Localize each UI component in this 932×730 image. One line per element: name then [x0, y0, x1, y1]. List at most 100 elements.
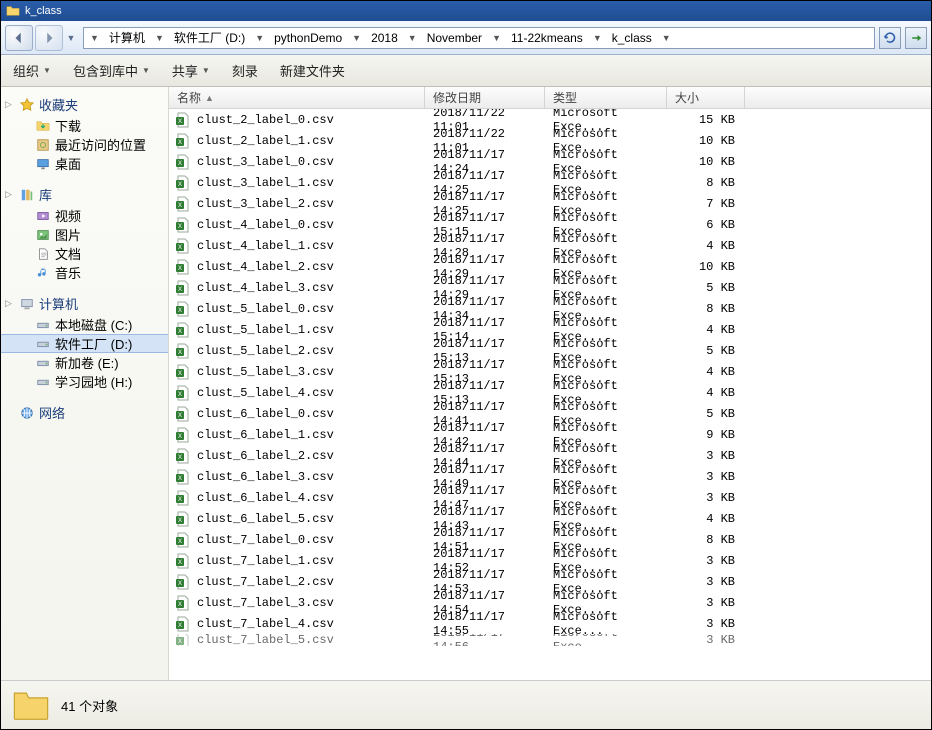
excel-file-icon: X [175, 259, 191, 275]
svg-text:X: X [178, 182, 182, 188]
file-name: clust_7_label_1.csv [197, 554, 334, 568]
burn-button[interactable]: 刻录 [228, 59, 262, 82]
status-bar: 41 个对象 [1, 681, 931, 729]
forward-button[interactable] [35, 25, 63, 51]
file-size: 10 KB [667, 134, 745, 148]
breadcrumb-bar[interactable]: ▼计算机▼软件工厂 (D:)▼pythonDemo▼2018▼November▼… [83, 27, 875, 49]
history-dropdown[interactable]: ▼ [65, 33, 77, 43]
svg-text:X: X [178, 413, 182, 419]
col-header-type[interactable]: 类型 [545, 87, 667, 108]
excel-file-icon: X [175, 280, 191, 296]
excel-file-icon: X [175, 385, 191, 401]
sidebar-head-computer[interactable]: ▷ 计算机 [1, 292, 168, 315]
excel-file-icon: X [175, 595, 191, 611]
status-text: 41 个对象 [61, 696, 118, 715]
organize-button[interactable]: 组织 ▼ [9, 59, 55, 82]
excel-file-icon: X [175, 133, 191, 149]
star-icon [19, 97, 35, 113]
chevron-right-icon: ▼ [86, 33, 103, 43]
svg-text:X: X [178, 266, 182, 272]
svg-text:X: X [178, 329, 182, 335]
file-name: clust_3_label_1.csv [197, 176, 334, 190]
folder-icon [11, 685, 51, 725]
drive-icon [35, 355, 51, 371]
sidebar-item-label: 最近访问的位置 [55, 135, 146, 154]
svg-text:X: X [178, 161, 182, 167]
excel-file-icon: X [175, 112, 191, 128]
music-icon [35, 265, 51, 281]
sidebar-item-drive-h[interactable]: 学习园地 (H:) [1, 372, 168, 391]
sidebar-head-network[interactable]: 网络 [1, 401, 168, 424]
breadcrumb-segment[interactable]: k_class [606, 28, 658, 48]
breadcrumb-segment[interactable]: November [421, 28, 488, 48]
svg-text:X: X [178, 308, 182, 314]
file-name: clust_5_label_1.csv [197, 323, 334, 337]
drive-icon [35, 317, 51, 333]
sidebar-item-desktop[interactable]: 桌面 [1, 154, 168, 173]
sidebar-head-favorites[interactable]: ▷ 收藏夹 [1, 93, 168, 116]
file-name: clust_6_label_2.csv [197, 449, 334, 463]
breadcrumb-segment[interactable]: 计算机 [103, 28, 151, 48]
sidebar-item-drive-c[interactable]: 本地磁盘 (C:) [1, 315, 168, 334]
pictures-icon [35, 227, 51, 243]
recent-icon [35, 137, 51, 153]
refresh-button[interactable] [879, 27, 901, 49]
excel-file-icon: X [175, 343, 191, 359]
file-size: 8 KB [667, 176, 745, 190]
sidebar-label: 网络 [39, 403, 65, 422]
sidebar-item-label: 图片 [55, 225, 81, 244]
include-button[interactable]: 包含到库中 ▼ [69, 59, 154, 82]
file-name: clust_7_label_3.csv [197, 596, 334, 610]
breadcrumb-segment[interactable]: pythonDemo [268, 28, 348, 48]
chevron-down-icon: ▼ [142, 66, 150, 75]
col-label: 修改日期 [433, 89, 481, 106]
sidebar-group-network: 网络 [1, 401, 168, 424]
file-name: clust_2_label_0.csv [197, 113, 334, 127]
file-name: clust_2_label_1.csv [197, 134, 334, 148]
chevron-right-icon: ▼ [658, 33, 675, 43]
expander-icon: ▷ [5, 99, 12, 110]
breadcrumb-segment[interactable]: 软件工厂 (D:) [168, 28, 251, 48]
go-button[interactable] [905, 27, 927, 49]
svg-text:X: X [178, 245, 182, 251]
sidebar-head-libraries[interactable]: ▷ 库 [1, 183, 168, 206]
file-name: clust_5_label_0.csv [197, 302, 334, 316]
file-size: 10 KB [667, 155, 745, 169]
file-row[interactable]: Xclust_7_label_4.csv2018/11/17 14:55Micr… [169, 613, 931, 634]
excel-file-icon: X [175, 217, 191, 233]
sidebar-group-computer: ▷ 计算机 本地磁盘 (C:) 软件工厂 (D:) 新加卷 (E:) 学习园地 [1, 292, 168, 391]
breadcrumb-segment[interactable]: 11-22kmeans [505, 28, 589, 48]
file-list[interactable]: Xclust_2_label_0.csv2018/11/22 11:01Micr… [169, 109, 931, 680]
sidebar-item-documents[interactable]: 文档 [1, 244, 168, 263]
back-button[interactable] [5, 25, 33, 51]
sidebar-item-label: 桌面 [55, 154, 81, 173]
newfolder-label: 新建文件夹 [280, 61, 345, 80]
file-name: clust_7_label_4.csv [197, 617, 334, 631]
col-label: 类型 [553, 89, 577, 106]
sidebar-item-drive-d[interactable]: 软件工厂 (D:) [1, 334, 168, 353]
sidebar-item-recent[interactable]: 最近访问的位置 [1, 135, 168, 154]
desktop-icon [35, 156, 51, 172]
newfolder-button[interactable]: 新建文件夹 [276, 59, 349, 82]
file-size: 3 KB [667, 470, 745, 484]
col-header-size[interactable]: 大小 [667, 87, 745, 108]
computer-icon [19, 296, 35, 312]
svg-text:X: X [178, 434, 182, 440]
col-header-name[interactable]: 名称 ▲ [169, 87, 425, 108]
share-button[interactable]: 共享 ▼ [168, 59, 214, 82]
file-row[interactable]: Xclust_7_label_5.csv2018/11/17 14:56Micr… [169, 634, 931, 646]
file-size: 4 KB [667, 365, 745, 379]
chevron-right-icon: ▼ [251, 33, 268, 43]
sidebar-item-videos[interactable]: 视频 [1, 206, 168, 225]
sidebar-item-downloads[interactable]: 下载 [1, 116, 168, 135]
col-header-date[interactable]: 修改日期 [425, 87, 545, 108]
file-size: 3 KB [667, 575, 745, 589]
breadcrumb-segment[interactable]: 2018 [365, 28, 404, 48]
main-pane: ▷ 收藏夹 下载 最近访问的位置 [1, 87, 931, 681]
sidebar-item-drive-e[interactable]: 新加卷 (E:) [1, 353, 168, 372]
folder-icon [5, 3, 21, 19]
sidebar-item-pictures[interactable]: 图片 [1, 225, 168, 244]
sidebar-item-music[interactable]: 音乐 [1, 263, 168, 282]
chevron-right-icon: ▼ [589, 33, 606, 43]
sidebar-label: 库 [39, 185, 52, 204]
